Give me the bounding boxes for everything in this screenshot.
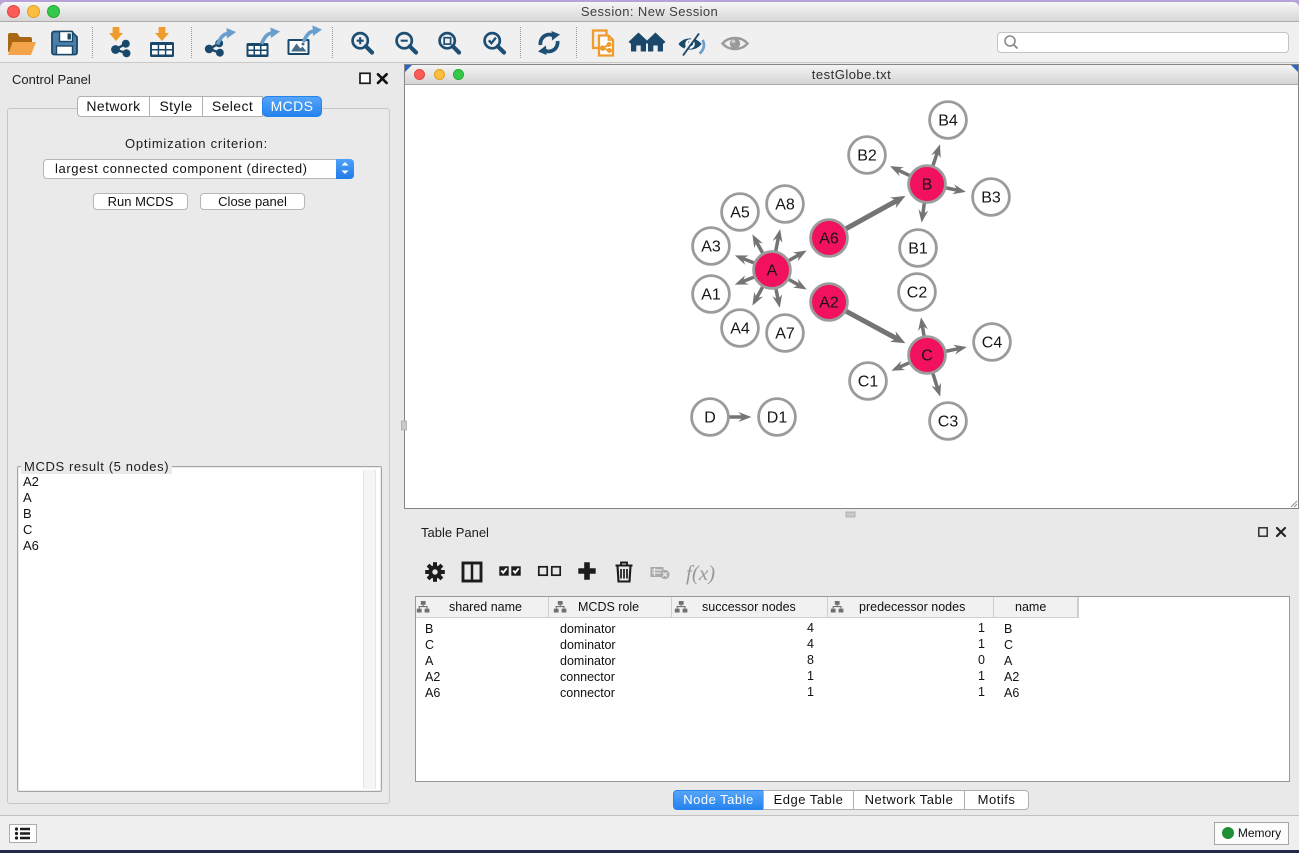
svg-text:D1: D1 [767, 410, 788, 427]
svg-text:A8: A8 [775, 197, 795, 214]
svg-text:C3: C3 [938, 414, 959, 431]
svg-text:B4: B4 [938, 113, 958, 130]
svg-text:C1: C1 [858, 374, 879, 391]
svg-text:C2: C2 [907, 285, 928, 302]
svg-text:A4: A4 [730, 321, 750, 338]
svg-text:C4: C4 [982, 335, 1003, 352]
svg-text:B1: B1 [908, 241, 928, 258]
svg-text:A3: A3 [701, 239, 721, 256]
svg-text:A: A [767, 263, 778, 280]
svg-text:B2: B2 [857, 148, 877, 165]
svg-text:A5: A5 [730, 205, 750, 222]
svg-text:C: C [921, 348, 933, 365]
svg-text:A7: A7 [775, 326, 795, 343]
svg-text:A2: A2 [819, 295, 839, 312]
svg-text:B: B [922, 177, 933, 194]
svg-text:A6: A6 [819, 231, 839, 248]
svg-text:B3: B3 [981, 190, 1001, 207]
svg-text:A1: A1 [701, 287, 721, 304]
svg-text:D: D [704, 410, 716, 427]
